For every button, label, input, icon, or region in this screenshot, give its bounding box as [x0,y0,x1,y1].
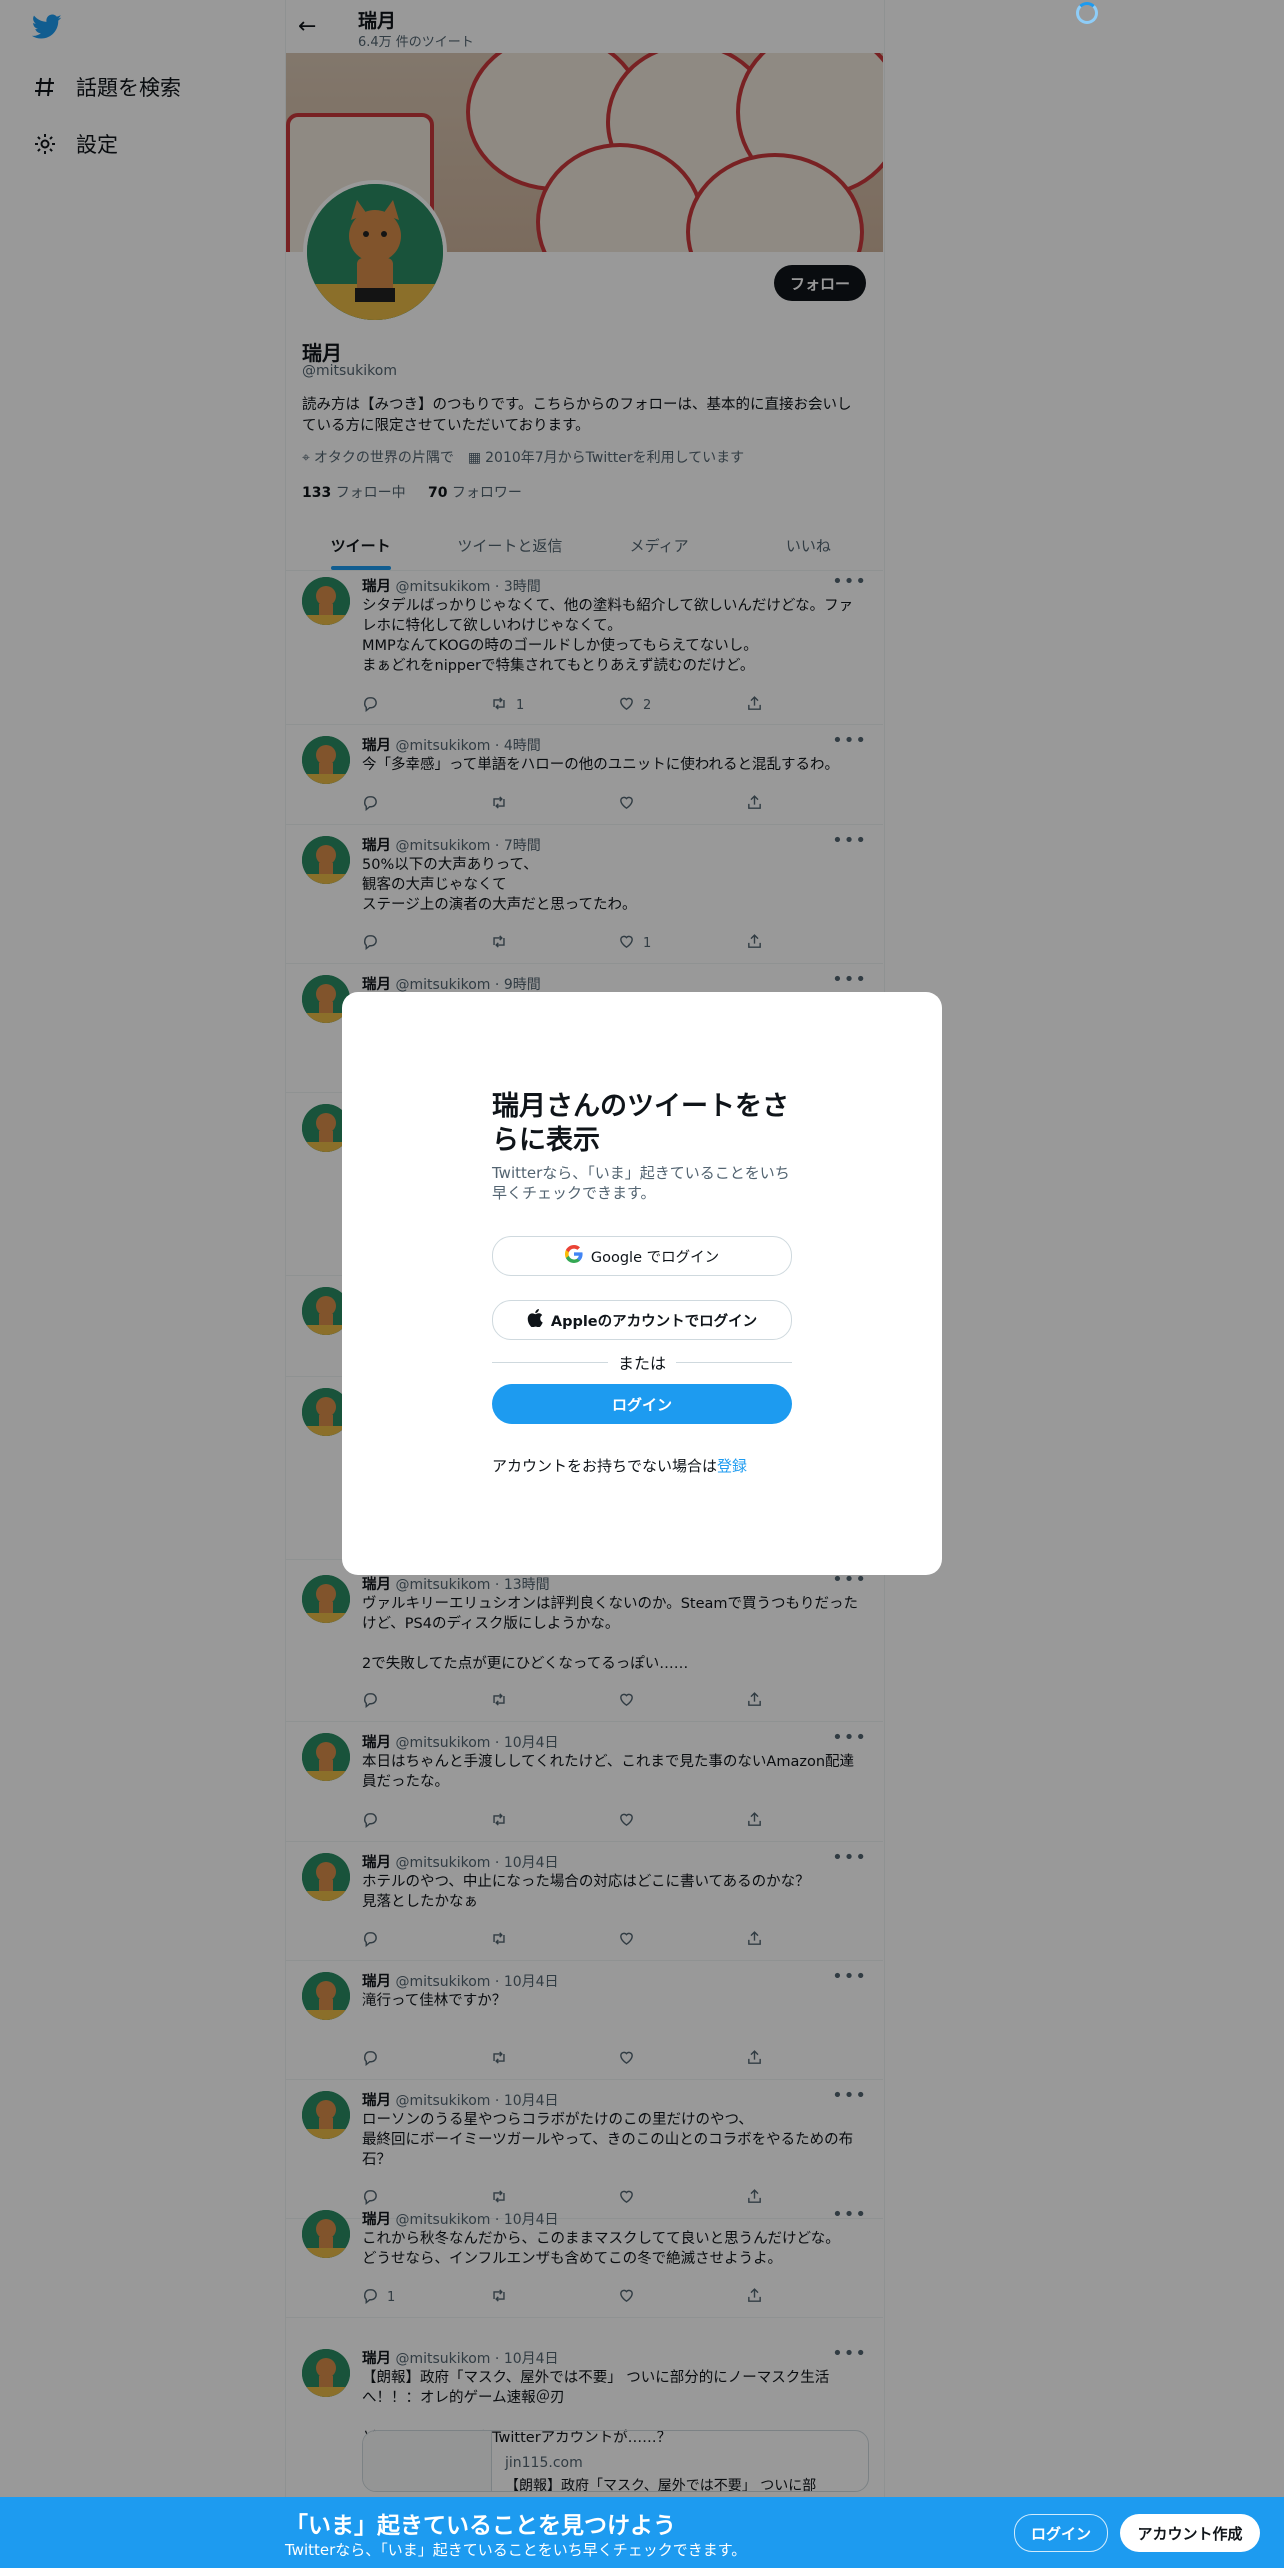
or-label: または [618,1354,667,1373]
modal-login-button[interactable]: ログイン [492,1384,792,1424]
modal-title: 瑞月さんのツイートをさらに表示 [492,1091,789,1156]
google-icon [564,1245,583,1267]
bottom-bar-subtitle: Twitterなら、「いま」起きていることをいち早くチェックできます。 [285,2541,747,2559]
modal-subtitle: Twitterなら、「いま」起きていることをいち早くチェックできます。 [492,1164,790,1202]
signup-prompt: アカウントをお持ちでない場合は登録 [492,1457,748,1475]
bottom-login-button[interactable]: ログイン [1014,2514,1108,2552]
bottom-bar-headline: 「いま」起きていることを見つけよう [285,2513,676,2539]
apple-icon [527,1309,543,1331]
login-modal [342,992,942,1575]
bottom-signup-button[interactable]: アカウント作成 [1120,2514,1260,2552]
signup-link[interactable]: 登録 [717,1457,747,1475]
google-login-button[interactable]: Google でログイン [492,1236,792,1276]
apple-login-button[interactable]: Appleのアカウントでログイン [492,1300,792,1340]
or-divider: または [492,1349,793,1375]
loading-spinner [1076,2,1098,24]
google-login-label: Google でログイン [590,1249,720,1266]
apple-login-label: Appleのアカウントでログイン [550,1313,758,1330]
